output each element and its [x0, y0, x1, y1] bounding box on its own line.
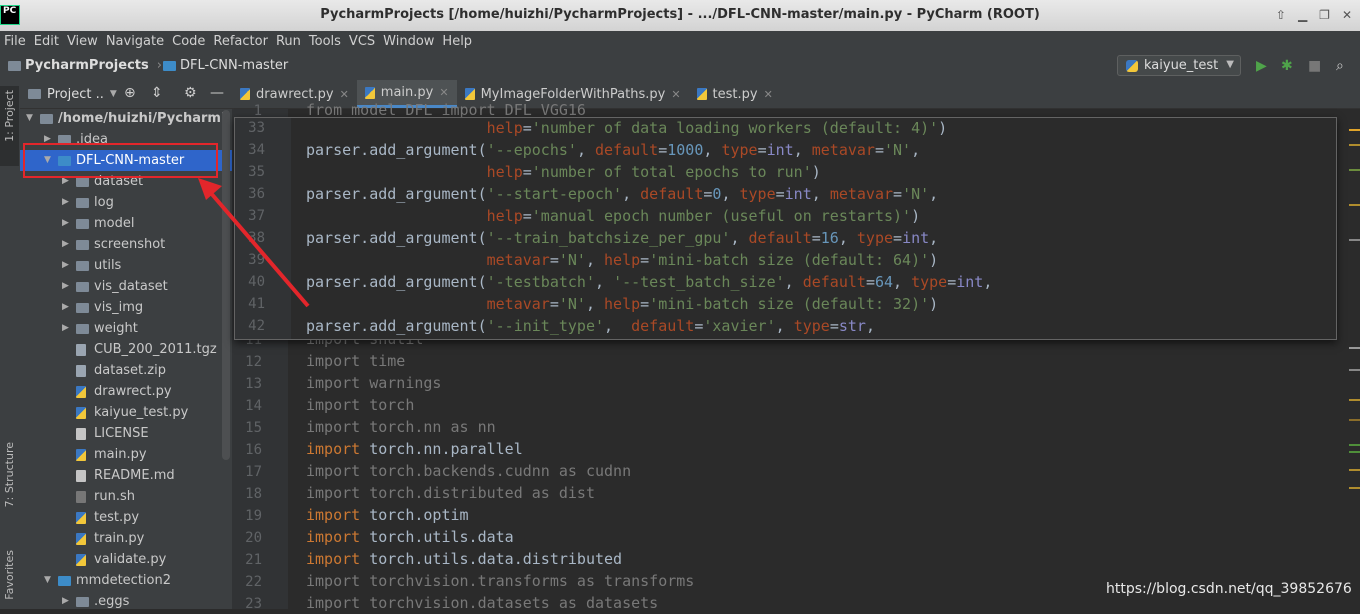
annotation-arrow — [198, 178, 310, 308]
annotation-arrow-shaft — [208, 190, 310, 308]
watermark: https://blog.csdn.net/qq_39852676 — [1106, 581, 1352, 597]
annotation-arrow-head — [198, 178, 222, 200]
